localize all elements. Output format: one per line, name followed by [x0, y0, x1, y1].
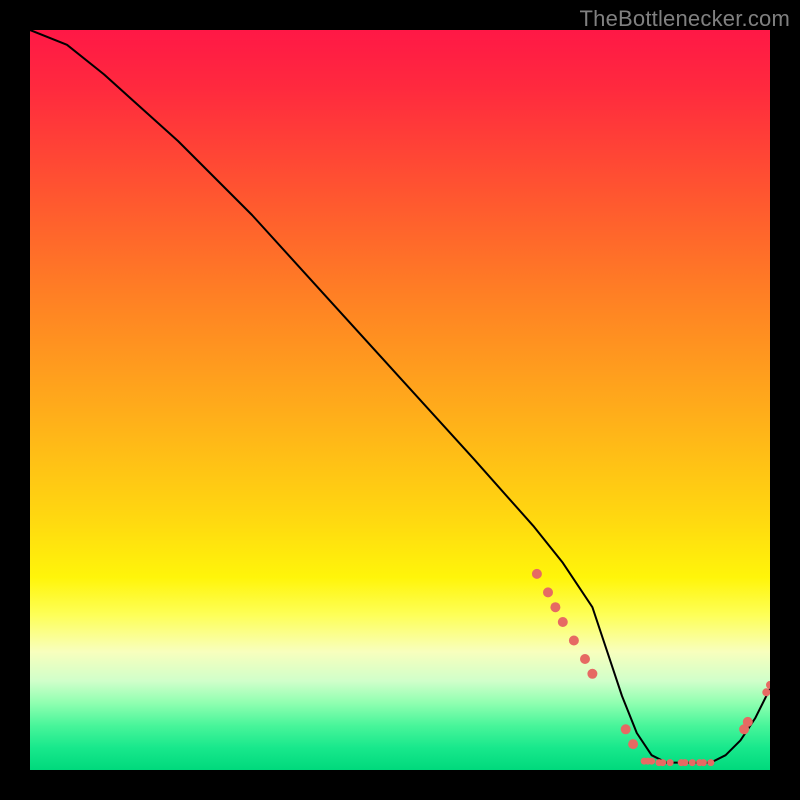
data-marker	[543, 587, 553, 597]
data-marker	[558, 617, 568, 627]
data-marker	[532, 569, 542, 579]
data-markers	[532, 569, 770, 766]
plot-area	[30, 30, 770, 770]
data-marker	[550, 602, 560, 612]
data-marker	[648, 758, 655, 765]
data-marker	[707, 759, 714, 766]
attribution-label: TheBottlenecker.com	[580, 6, 790, 32]
data-marker	[569, 636, 579, 646]
data-marker	[689, 759, 696, 766]
data-marker	[766, 681, 770, 689]
data-marker	[743, 717, 753, 727]
data-marker	[762, 688, 770, 696]
data-marker	[667, 759, 674, 766]
chart-container: TheBottlenecker.com	[0, 0, 800, 800]
data-marker	[621, 724, 631, 734]
data-marker	[700, 759, 707, 766]
bottleneck-curve	[30, 30, 770, 763]
data-marker	[580, 654, 590, 664]
data-marker	[659, 759, 666, 766]
data-marker	[628, 739, 638, 749]
data-marker	[587, 669, 597, 679]
chart-svg	[30, 30, 770, 770]
data-marker	[681, 759, 688, 766]
